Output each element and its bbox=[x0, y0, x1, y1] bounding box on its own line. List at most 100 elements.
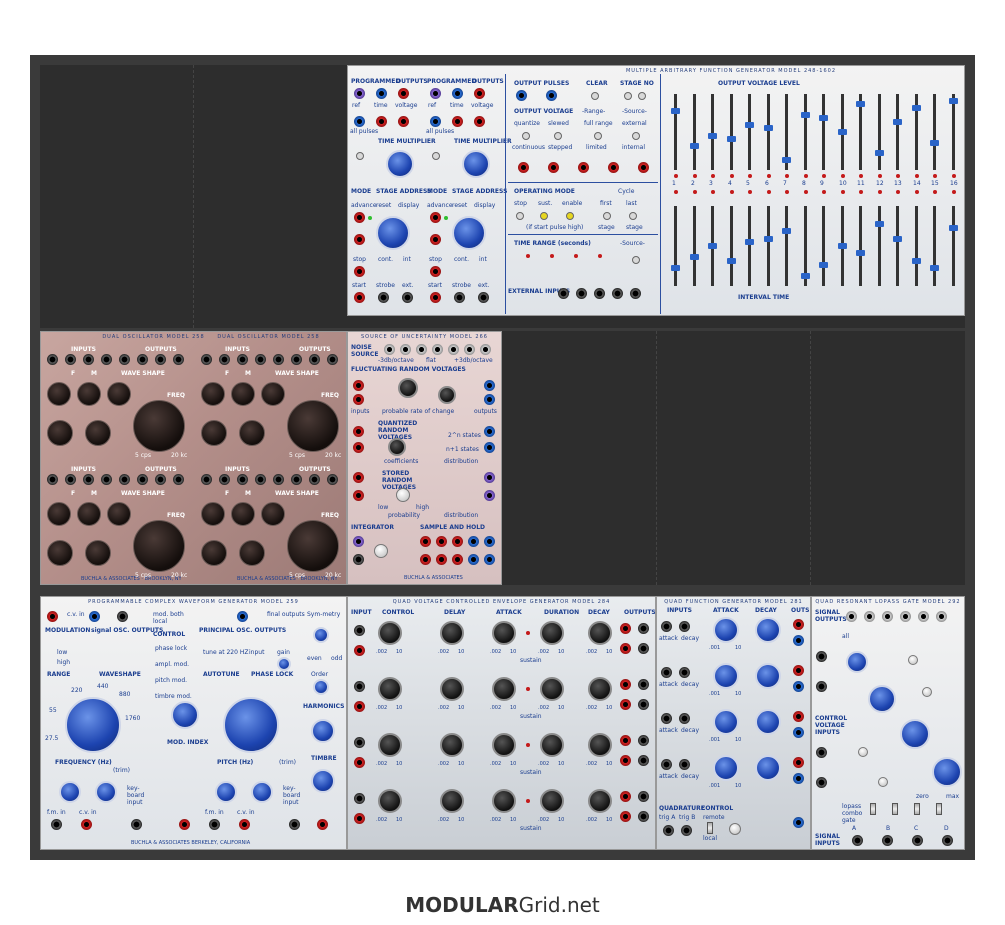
jack-ext-2[interactable] bbox=[478, 292, 489, 303]
jack-func-in[interactable] bbox=[679, 667, 690, 678]
jack-time[interactable] bbox=[376, 88, 387, 99]
jack-osc[interactable] bbox=[119, 474, 130, 485]
jack-osc[interactable] bbox=[201, 354, 212, 365]
jack-sh-7[interactable] bbox=[436, 554, 447, 565]
slider-interval-time[interactable] bbox=[875, 206, 884, 286]
jack-fm-in-2[interactable] bbox=[209, 819, 220, 830]
knob-envelope[interactable] bbox=[540, 621, 564, 645]
jack-osc[interactable] bbox=[273, 474, 284, 485]
jack-func-out[interactable] bbox=[793, 665, 804, 676]
slider-interval-time[interactable] bbox=[745, 206, 754, 286]
jack-sh-6[interactable] bbox=[420, 554, 431, 565]
slider-voltage-level[interactable] bbox=[893, 94, 902, 170]
jack-sig-in-a[interactable] bbox=[852, 835, 863, 846]
jack-osc[interactable] bbox=[173, 474, 184, 485]
knob-func-decay[interactable] bbox=[755, 709, 781, 735]
jack-fluct-out-2[interactable] bbox=[484, 394, 495, 405]
jack-env-out[interactable] bbox=[638, 679, 649, 690]
button-stage-up[interactable] bbox=[638, 92, 646, 100]
jack-stored-out-1[interactable] bbox=[484, 472, 495, 483]
jack-out-1[interactable] bbox=[376, 116, 387, 127]
module-284-quad-envelope-generator[interactable]: QUAD VOLTAGE CONTROLLED ENVELOPE GENERAT… bbox=[347, 596, 656, 850]
jack-sh-9[interactable] bbox=[468, 554, 479, 565]
knob-envelope[interactable] bbox=[440, 677, 464, 701]
slider-interval-time[interactable] bbox=[819, 206, 828, 286]
jack-mod-signal[interactable] bbox=[89, 611, 100, 622]
jack-mod-cv-1[interactable] bbox=[47, 611, 58, 622]
module-259-complex-waveform-generator[interactable]: PROGRAMMABLE COMPLEX WAVEFORM GENERATOR … bbox=[40, 596, 347, 850]
jack-sig-out-1[interactable] bbox=[846, 611, 857, 622]
jack-osc[interactable] bbox=[101, 474, 112, 485]
jack-sh-4[interactable] bbox=[468, 536, 479, 547]
jack-keyboard-2[interactable] bbox=[289, 819, 300, 830]
knob-timbre[interactable] bbox=[311, 769, 335, 793]
jack-env-out[interactable] bbox=[620, 699, 631, 710]
jack-osc[interactable] bbox=[119, 354, 130, 365]
jack-env-input[interactable] bbox=[354, 793, 365, 804]
jack-stop-2[interactable] bbox=[430, 266, 441, 277]
knob-level-c[interactable] bbox=[900, 719, 930, 749]
knob-time-multiplier[interactable] bbox=[386, 150, 414, 178]
knob-envelope[interactable] bbox=[540, 789, 564, 813]
knob-osc-frequency[interactable] bbox=[287, 400, 339, 452]
slider-voltage-level[interactable] bbox=[838, 94, 847, 170]
knob-offset-b[interactable] bbox=[922, 687, 932, 697]
knob-osc-small[interactable] bbox=[85, 420, 111, 446]
knob-osc-small[interactable] bbox=[47, 382, 71, 406]
slider-voltage-level[interactable] bbox=[782, 94, 791, 170]
jack-trig-b[interactable] bbox=[681, 825, 692, 836]
knob-osc-small[interactable] bbox=[201, 420, 227, 446]
slider-voltage-level[interactable] bbox=[690, 94, 699, 170]
jack-osc[interactable] bbox=[309, 474, 320, 485]
jack-osc[interactable] bbox=[273, 354, 284, 365]
jack-env-input-cv[interactable] bbox=[354, 645, 365, 656]
jack-env-out[interactable] bbox=[638, 623, 649, 634]
jack-fluct-in-1[interactable] bbox=[353, 380, 364, 391]
jack-advance-2[interactable] bbox=[430, 212, 441, 223]
jack-osc[interactable] bbox=[47, 354, 58, 365]
jack-stored-in-2[interactable] bbox=[353, 490, 364, 501]
jack-env-input-cv[interactable] bbox=[354, 701, 365, 712]
knob-osc-small[interactable] bbox=[77, 502, 101, 526]
jack-cv-in-2[interactable] bbox=[239, 819, 250, 830]
jack-time-2[interactable] bbox=[452, 88, 463, 99]
module-248-arbitrary-function-generator[interactable]: MULTIPLE ARBITRARY FUNCTION GENERATOR MO… bbox=[347, 65, 965, 316]
jack-ov-3[interactable] bbox=[578, 162, 589, 173]
jack-quant-in-2[interactable] bbox=[353, 442, 364, 453]
knob-probability[interactable] bbox=[396, 488, 410, 502]
module-292-quad-lopass-gate[interactable]: QUAD RESONANT LOPASS GATE MODEL 292 SIGN… bbox=[811, 596, 965, 850]
jack-osc[interactable] bbox=[201, 474, 212, 485]
button-multiplier-a[interactable] bbox=[356, 152, 364, 160]
knob-osc-small[interactable] bbox=[47, 502, 71, 526]
jack-osc[interactable] bbox=[327, 474, 338, 485]
slider-interval-time[interactable] bbox=[727, 206, 736, 286]
jack-osc[interactable] bbox=[291, 354, 302, 365]
slider-voltage-level[interactable] bbox=[875, 94, 884, 170]
jack-sig-out-2[interactable] bbox=[864, 611, 875, 622]
jack-env-input-cv[interactable] bbox=[354, 757, 365, 768]
knob-envelope[interactable] bbox=[378, 789, 402, 813]
knob-stage-address-2[interactable] bbox=[452, 216, 486, 250]
slider-voltage-level[interactable] bbox=[708, 94, 717, 170]
knob-frequency[interactable] bbox=[65, 697, 121, 753]
jack-osc[interactable] bbox=[155, 474, 166, 485]
jack-cv-in[interactable] bbox=[81, 819, 92, 830]
jack-quant-out-2[interactable] bbox=[484, 442, 495, 453]
switch-mode-c[interactable] bbox=[914, 803, 920, 815]
button-multiplier-b[interactable] bbox=[432, 152, 440, 160]
jack-env-input[interactable] bbox=[354, 681, 365, 692]
slider-interval-time[interactable] bbox=[930, 206, 939, 286]
jack-sig-in-c[interactable] bbox=[912, 835, 923, 846]
jack-func-out[interactable] bbox=[793, 711, 804, 722]
jack-quant-out-1[interactable] bbox=[484, 426, 495, 437]
jack-osc[interactable] bbox=[155, 354, 166, 365]
jack-voltage[interactable] bbox=[398, 88, 409, 99]
jack-osc[interactable] bbox=[173, 354, 184, 365]
jack-env-out[interactable] bbox=[638, 735, 649, 746]
knob-func-decay[interactable] bbox=[755, 663, 781, 689]
knob-mod-index[interactable] bbox=[171, 701, 199, 729]
knob-osc-small[interactable] bbox=[107, 382, 131, 406]
knob-fluct-rate-1[interactable] bbox=[398, 378, 418, 398]
slider-voltage-level[interactable] bbox=[949, 94, 958, 170]
button-clear[interactable] bbox=[591, 92, 599, 100]
